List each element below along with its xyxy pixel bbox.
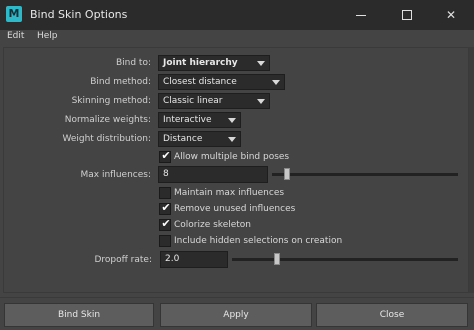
skinning-method-label: Skinning method: [71, 96, 151, 106]
skinning-method-value: Classic linear [163, 96, 223, 106]
skinning-method-dropdown[interactable]: Classic linear [158, 93, 270, 109]
dropoff-rate-value: 2.0 [165, 254, 180, 264]
button-bar-divider [0, 297, 474, 298]
weight-distribution-label: Weight distribution: [62, 134, 151, 144]
close-button[interactable]: Close [316, 303, 468, 327]
chevron-down-icon [272, 80, 280, 85]
minimize-icon [356, 14, 366, 16]
maximize-icon [402, 10, 412, 20]
bind-to-dropdown[interactable]: Joint hierarchy [158, 55, 270, 71]
bind-skin-button[interactable]: Bind Skin [4, 303, 154, 327]
include-hidden-selections-checkbox[interactable] [159, 235, 171, 247]
checkmark-icon: ✔ [161, 149, 171, 162]
close-icon: ✕ [445, 8, 457, 22]
chevron-down-icon [228, 118, 236, 123]
normalize-weights-label: Normalize weights: [64, 115, 151, 125]
checkmark-icon: ✔ [161, 201, 171, 214]
allow-multiple-bind-poses-label: Allow multiple bind poses [174, 152, 290, 162]
bind-method-dropdown[interactable]: Closest distance [158, 74, 285, 90]
dropoff-rate-field[interactable]: 2.0 [160, 251, 228, 268]
dropoff-rate-slider-handle[interactable] [274, 253, 280, 265]
menu-help[interactable]: Help [37, 31, 58, 41]
colorize-skeleton-label: Colorize skeleton [174, 220, 252, 230]
max-influences-slider-handle[interactable] [284, 168, 290, 180]
normalize-weights-dropdown[interactable]: Interactive [158, 112, 241, 128]
bind-method-label: Bind method: [90, 77, 151, 87]
app-icon-letter: M [8, 7, 20, 20]
minimize-button[interactable] [338, 0, 384, 30]
chevron-down-icon [257, 99, 265, 104]
max-influences-slider-track[interactable] [272, 173, 458, 176]
weight-distribution-value: Distance [163, 134, 203, 144]
scrollbar[interactable] [469, 47, 474, 293]
title-bar: M Bind Skin Options ✕ [0, 0, 474, 30]
maintain-max-influences-checkbox[interactable] [159, 187, 171, 199]
checkmark-icon: ✔ [161, 217, 171, 230]
apply-button[interactable]: Apply [160, 303, 312, 327]
window-title: Bind Skin Options [30, 8, 128, 21]
maya-app-icon: M [6, 6, 22, 22]
menu-bar: Edit Help [0, 30, 474, 46]
chevron-down-icon [257, 61, 265, 66]
bind-method-value: Closest distance [163, 77, 237, 87]
chevron-down-icon [228, 137, 236, 142]
remove-unused-influences-label: Remove unused influences [174, 204, 296, 214]
max-influences-field[interactable]: 8 [158, 166, 268, 183]
include-hidden-selections-label: Include hidden selections on creation [174, 236, 343, 246]
normalize-weights-value: Interactive [163, 115, 212, 125]
dropoff-rate-slider-track[interactable] [232, 258, 458, 261]
menu-edit[interactable]: Edit [7, 31, 24, 41]
max-influences-label: Max influences: [80, 170, 152, 180]
maintain-max-influences-label: Maintain max influences [174, 188, 285, 198]
maximize-button[interactable] [384, 0, 430, 30]
dropoff-rate-label: Dropoff rate: [94, 255, 152, 265]
allow-multiple-bind-poses-checkbox[interactable]: ✔ [159, 149, 171, 163]
max-influences-value: 8 [163, 169, 169, 179]
colorize-skeleton-checkbox[interactable]: ✔ [159, 217, 171, 231]
close-window-button[interactable]: ✕ [428, 0, 474, 30]
remove-unused-influences-checkbox[interactable]: ✔ [159, 201, 171, 215]
bind-to-value: Joint hierarchy [163, 58, 238, 68]
weight-distribution-dropdown[interactable]: Distance [158, 131, 241, 147]
bind-to-label: Bind to: [115, 58, 151, 68]
